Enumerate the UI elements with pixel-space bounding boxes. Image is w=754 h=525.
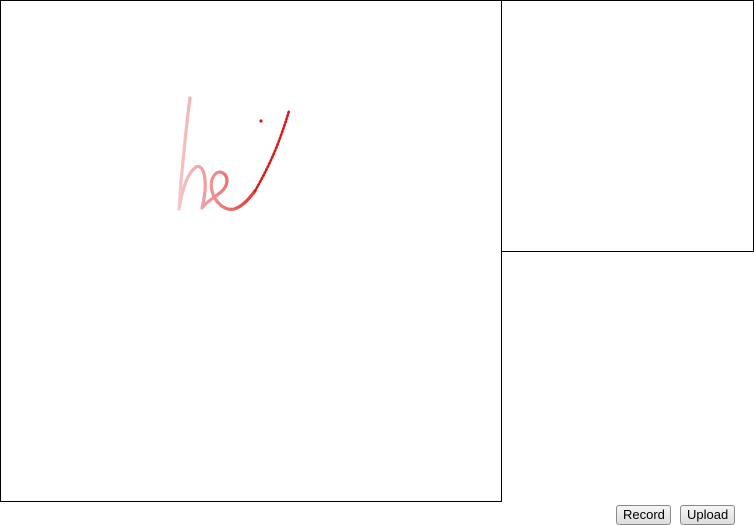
upload-button[interactable]: Upload — [680, 505, 735, 525]
record-button[interactable]: Record — [616, 505, 671, 525]
ink-strokes — [177, 96, 291, 211]
ink-stroke-tail — [253, 109, 291, 193]
preview-canvas — [501, 0, 754, 252]
controls-bar: Record Upload — [0, 505, 754, 525]
ink-stroke-he — [177, 96, 257, 211]
drawing-canvas[interactable] — [0, 0, 502, 502]
ink-dot — [259, 119, 263, 123]
